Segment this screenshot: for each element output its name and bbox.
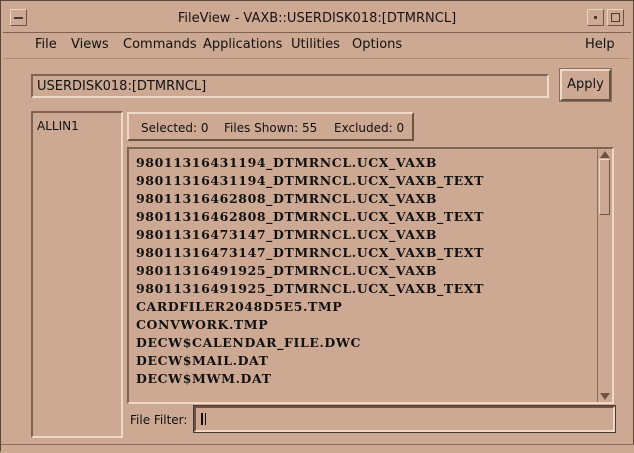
scroll-down-icon[interactable] [600, 393, 610, 400]
excluded-value: 0 [396, 121, 405, 135]
file-list-panel[interactable]: 98011316431194_DTMRNCL.UCX_VAXB 980113164… [127, 147, 614, 404]
text-caret-shadow [205, 413, 206, 425]
selected-value: 0 [200, 121, 209, 135]
apply-button[interactable]: Apply [559, 68, 612, 102]
menu-applications[interactable]: Applications [203, 37, 282, 52]
directory-list-item[interactable]: ALLIN1 [37, 119, 121, 133]
shown-value: 55 [302, 121, 318, 135]
maximize-icon [611, 13, 620, 22]
file-filter-label: File Filter: [130, 413, 188, 427]
file-list-item[interactable]: 98011316462808_DTMRNCL.UCX_VAXB [136, 190, 484, 208]
file-counts-box: Selected: 0 Files Shown: 55 Excluded: 0 [127, 112, 414, 141]
file-list-item[interactable]: 98011316431194_DTMRNCL.UCX_VAXB_TEXT [136, 172, 484, 190]
menu-utilities[interactable]: Utilities [291, 37, 340, 52]
minimize-button[interactable] [587, 9, 604, 26]
excluded-label: Excluded: [334, 121, 393, 135]
selected-count: Selected: 0 [141, 121, 209, 135]
file-list-item[interactable]: DECW$MAIL.DAT [136, 352, 484, 370]
vertical-scrollbar[interactable] [597, 149, 612, 402]
text-caret [201, 413, 203, 425]
file-list[interactable]: 98011316431194_DTMRNCL.UCX_VAXB 980113164… [136, 154, 484, 388]
title-bar[interactable]: FileView - VAXB::USERDISK018:[DTMRNCL] [3, 3, 631, 33]
file-list-item[interactable]: 98011316462808_DTMRNCL.UCX_VAXB_TEXT [136, 208, 484, 226]
file-list-item[interactable]: CONVWORK.TMP [136, 316, 484, 334]
window-title: FileView - VAXB::USERDISK018:[DTMRNCL] [177, 11, 457, 26]
scroll-up-icon[interactable] [600, 151, 610, 158]
excluded-count: Excluded: 0 [334, 121, 404, 135]
fileview-window: FileView - VAXB::USERDISK018:[DTMRNCL] F… [0, 0, 634, 453]
file-list-item[interactable]: 98011316431194_DTMRNCL.UCX_VAXB [136, 154, 484, 172]
directory-list[interactable]: ALLIN1 [31, 111, 123, 438]
menu-file[interactable]: File [35, 37, 57, 52]
shown-count: Files Shown: 55 [224, 121, 317, 135]
shown-label: Files Shown: [224, 121, 299, 135]
menu-help[interactable]: Help [585, 37, 615, 52]
maximize-button[interactable] [607, 9, 624, 26]
file-list-item[interactable]: 98011316473147_DTMRNCL.UCX_VAXB_TEXT [136, 244, 484, 262]
menu-commands[interactable]: Commands [123, 37, 197, 52]
window-bottom-edge [1, 444, 634, 453]
file-list-item[interactable]: 98011316473147_DTMRNCL.UCX_VAXB [136, 226, 484, 244]
selected-label: Selected: [141, 121, 198, 135]
directory-path-field[interactable]: USERDISK018:[DTMRNCL] [31, 74, 549, 98]
file-filter-input[interactable] [193, 405, 616, 433]
file-list-item[interactable]: CARDFILER2048D5E5.TMP [136, 298, 484, 316]
file-list-item[interactable]: 98011316491925_DTMRNCL.UCX_VAXB [136, 262, 484, 280]
scroll-thumb[interactable] [599, 159, 610, 215]
menu-bar: File Views Commands Applications Utiliti… [4, 34, 630, 59]
file-list-item[interactable]: DECW$MWM.DAT [136, 370, 484, 388]
menu-views[interactable]: Views [71, 37, 109, 52]
file-list-item[interactable]: 98011316491925_DTMRNCL.UCX_VAXB_TEXT [136, 280, 484, 298]
menu-options[interactable]: Options [352, 37, 402, 52]
minimize-icon [594, 16, 597, 19]
file-list-item[interactable]: DECW$CALENDAR_FILE.DWC [136, 334, 484, 352]
